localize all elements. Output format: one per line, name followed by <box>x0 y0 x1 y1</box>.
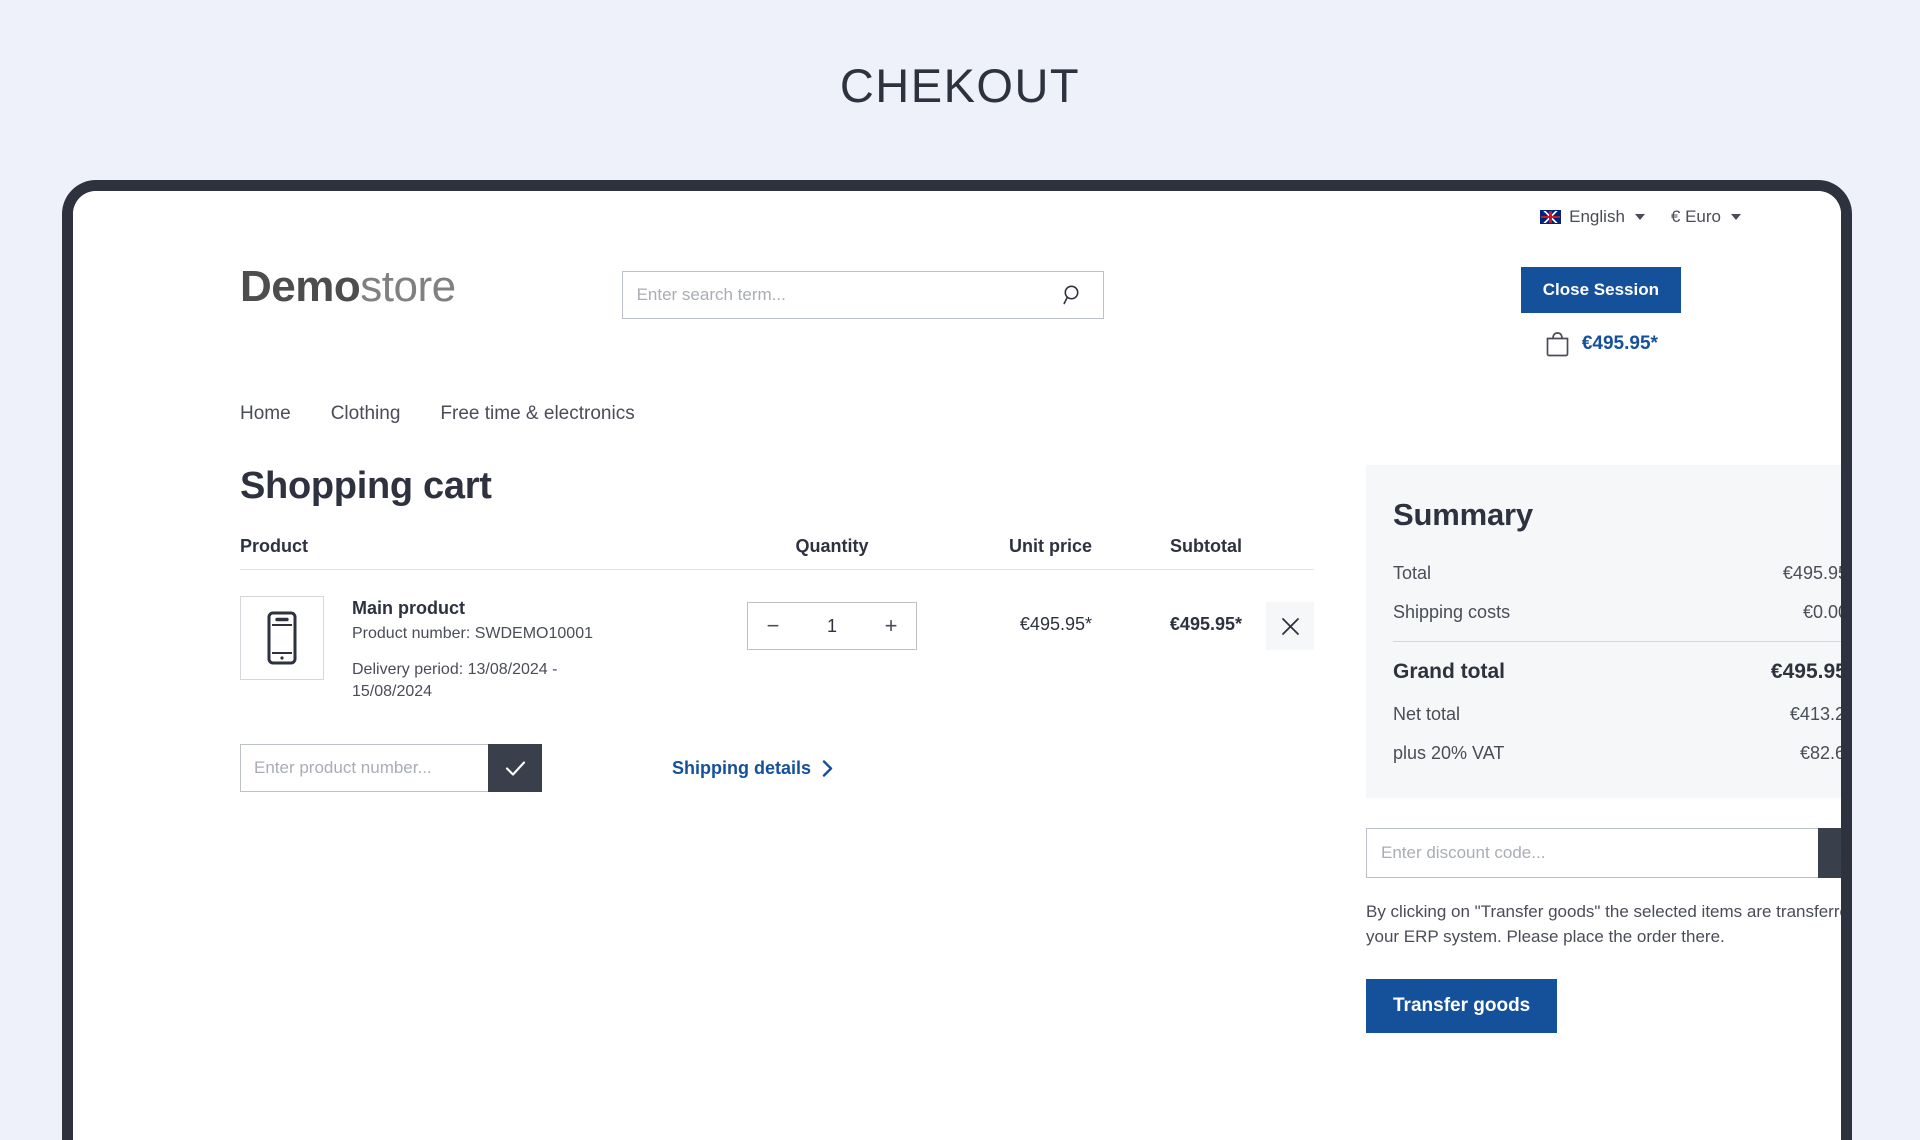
transfer-goods-button[interactable]: Transfer goods <box>1366 979 1558 1034</box>
logo-text-secondary: store <box>360 262 456 311</box>
check-icon <box>1840 852 1841 854</box>
quantity-input[interactable] <box>798 615 866 637</box>
page-title: CHEKOUT <box>839 59 1081 112</box>
cart-table-header: Product Quantity Unit price Subtotal <box>240 536 1314 570</box>
language-selector[interactable]: English <box>1540 207 1645 227</box>
nav-item-clothing[interactable]: Clothing <box>331 403 401 425</box>
quantity-decrease-button[interactable]: − <box>748 603 798 649</box>
shopping-cart-section: Shopping cart Product Quantity Unit pric… <box>240 465 1314 793</box>
smartphone-icon <box>267 611 297 665</box>
top-utility-bar: English € Euro <box>128 191 1786 227</box>
search-submit-button[interactable] <box>1057 283 1089 307</box>
product-info: Main product Product number: SWDEMO10001… <box>352 596 593 702</box>
remove-cell <box>1242 596 1314 650</box>
quantity-increase-button[interactable]: + <box>866 603 916 649</box>
summary-row-shipping: Shipping costs €0.00* <box>1393 602 1852 623</box>
search-icon <box>1062 285 1079 305</box>
erp-transfer-note: By clicking on "Transfer goods" the sele… <box>1366 902 1852 946</box>
product-number-input[interactable] <box>240 744 488 793</box>
product-delivery-period: Delivery period: 13/08/2024 - 15/08/2024 <box>352 661 558 700</box>
main-navigation: Home Clothing Free time & electronics <box>128 358 1786 425</box>
discount-code-group <box>1366 828 1841 878</box>
shipping-details-link[interactable]: Shipping details <box>672 758 834 779</box>
search-input[interactable] <box>636 285 1057 305</box>
shipping-details-label: Shipping details <box>672 757 812 778</box>
summary-value-vat: €82.66 <box>1799 743 1852 763</box>
summary-value-net-total: €413.29 <box>1789 704 1852 724</box>
device-frame: English € Euro Demostore Enter search te… <box>62 180 1852 1140</box>
close-session-button[interactable]: Close Session <box>1520 267 1681 313</box>
subtotal-value: €495.95* <box>1169 614 1242 634</box>
page-content: Shopping cart Product Quantity Unit pric… <box>128 425 1841 1034</box>
summary-row-total: Total €495.95* <box>1393 563 1852 584</box>
summary-label-net-total: Net total <box>1393 704 1461 724</box>
product-cell: Main product Product number: SWDEMO10001… <box>240 596 732 702</box>
cart-footer: Shipping details <box>240 702 1314 793</box>
table-row: Main product Product number: SWDEMO10001… <box>240 570 1314 702</box>
summary-row-vat: plus 20% VAT €82.66 <box>1393 743 1852 764</box>
cart-heading: Shopping cart <box>240 465 492 507</box>
language-label: English <box>1569 207 1625 226</box>
shopping-bag-icon <box>1546 332 1569 357</box>
summary-label-total: Total <box>1393 563 1432 583</box>
cart-total-amount: €495.95* <box>1581 333 1658 354</box>
chevron-down-icon <box>1731 214 1741 220</box>
product-name[interactable]: Main product <box>352 598 593 619</box>
summary-value-grand-total: €495.95* <box>1770 660 1852 683</box>
summary-title: Summary <box>1393 497 1533 532</box>
chevron-down-icon <box>1634 214 1645 220</box>
summary-value-shipping: €0.00* <box>1802 602 1852 622</box>
check-icon <box>505 761 525 776</box>
currency-label: € Euro <box>1670 207 1721 226</box>
currency-selector[interactable]: € Euro <box>1671 207 1741 227</box>
close-icon <box>1281 617 1299 635</box>
chevron-right-icon <box>822 759 833 777</box>
discount-code-submit-button[interactable] <box>1818 828 1841 878</box>
column-header-unit-price: Unit price <box>1008 536 1092 556</box>
cart-table: Product Quantity Unit price Subtotal Mai… <box>240 536 1314 702</box>
search-bar[interactable] <box>621 271 1104 319</box>
quantity-stepper[interactable]: − + <box>747 602 917 650</box>
summary-label-shipping: Shipping costs <box>1393 602 1511 622</box>
product-thumbnail[interactable] <box>240 596 324 680</box>
logo-text-primary: Demo <box>240 262 361 311</box>
header-actions: Close Session €495.95* <box>1520 249 1741 358</box>
column-header-product: Product <box>240 536 309 556</box>
product-number-submit-button[interactable] <box>488 744 542 793</box>
nav-item-free-time-electronics[interactable]: Free time & electronics <box>440 403 634 425</box>
remove-item-button[interactable] <box>1266 602 1314 650</box>
cart-widget[interactable]: €495.95* <box>1544 330 1658 358</box>
summary-box: Summary Total €495.95* Shipping costs €0… <box>1366 465 1852 798</box>
browser-viewport: English € Euro Demostore Enter search te… <box>73 191 1841 1140</box>
summary-value-total: €495.95* <box>1782 563 1852 583</box>
nav-item-home[interactable]: Home <box>240 403 291 425</box>
summary-row-grand-total: Grand total €495.95* <box>1393 660 1852 684</box>
site-logo[interactable]: Demostore <box>240 249 456 309</box>
summary-row-net-total: Net total €413.29 <box>1393 704 1852 725</box>
summary-label-grand-total: Grand total <box>1393 660 1506 683</box>
summary-label-vat: plus 20% VAT <box>1393 743 1505 763</box>
quantity-cell: − + <box>732 596 932 650</box>
unit-price-value: €495.95* <box>1019 614 1092 634</box>
column-header-subtotal: Subtotal <box>1170 536 1242 556</box>
site-header: Demostore Close Session <box>128 227 1786 358</box>
product-number: Product number: SWDEMO10001 <box>352 625 593 642</box>
discount-code-input[interactable] <box>1366 828 1818 878</box>
uk-flag-icon <box>1540 210 1562 224</box>
add-product-number-group <box>240 744 542 793</box>
summary-section: Summary Total €495.95* Shipping costs €0… <box>1366 465 1852 1034</box>
summary-divider <box>1393 641 1841 642</box>
column-header-quantity: Quantity <box>795 536 869 556</box>
